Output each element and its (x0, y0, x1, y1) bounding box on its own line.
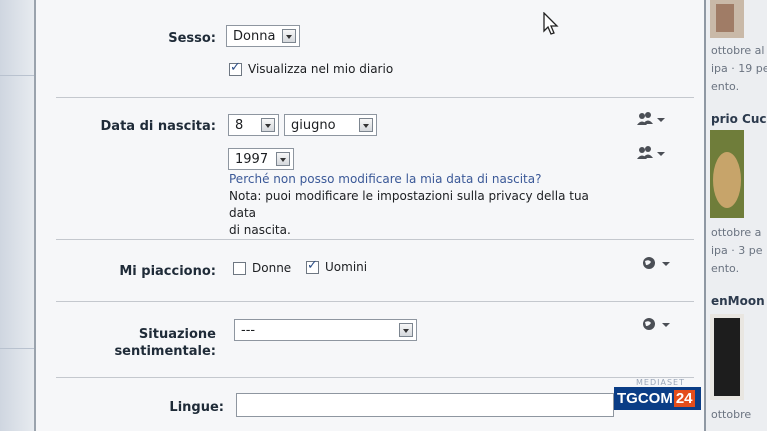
mouse-cursor-icon (543, 12, 559, 35)
birth-date-label: Data di nascita: (100, 119, 216, 134)
feed-thumbnail (710, 314, 744, 400)
relationship-label-line2: sentimentale: (114, 344, 216, 359)
languages-input[interactable] (236, 393, 614, 417)
gender-label: Sesso: (168, 31, 216, 46)
tgcom24-logo: TGCOM 24 (614, 387, 701, 410)
feed-item-title[interactable]: enMoon (711, 294, 765, 308)
likes-men-checkbox[interactable] (306, 258, 319, 274)
feed-item-text: ottobre a (711, 226, 762, 239)
edit-profile-dialog: Sesso: Donna Visualizza nel mio diario D… (34, 0, 706, 431)
section-divider (56, 239, 694, 240)
birth-year-select[interactable]: 1997 (228, 148, 294, 170)
friends-privacy-icon[interactable] (636, 112, 666, 126)
feed-item-title[interactable]: prio Cucir (711, 112, 767, 126)
feed-thumbnail (710, 130, 744, 218)
feed-item-text: ento. (711, 262, 740, 275)
relationship-select-value: --- (241, 323, 256, 338)
birth-year-value: 1997 (235, 152, 269, 167)
likes-men-label: Uomini (325, 260, 368, 274)
birth-month-value: giugno (291, 118, 336, 133)
watermark-small-text: MEDIASET (636, 378, 685, 387)
relationship-select[interactable]: --- (234, 319, 417, 341)
dropdown-arrow-icon (261, 118, 275, 132)
relationship-label-line1: Situazione (138, 327, 216, 342)
dropdown-arrow-icon (276, 152, 290, 166)
show-in-diary-checkbox[interactable] (229, 60, 242, 76)
section-divider (56, 377, 694, 378)
gender-select[interactable]: Donna (226, 25, 300, 47)
languages-label: Lingue: (169, 400, 224, 415)
birth-date-note-line2: di nascita. (229, 223, 291, 237)
globe-privacy-icon[interactable] (642, 317, 672, 331)
birth-date-note: Perché non posso modificare la mia data … (229, 171, 619, 239)
background-page-left (0, 0, 34, 431)
feed-thumbnail (710, 0, 744, 38)
watermark-number: 24 (673, 390, 695, 407)
likes-women-label: Donne (252, 261, 292, 275)
birth-date-help-link[interactable]: Perché non posso modificare la mia data … (229, 172, 541, 186)
dropdown-arrow-icon (282, 29, 296, 43)
dropdown-arrow-icon (359, 118, 373, 132)
divider (0, 75, 34, 76)
relationship-label: Situazione sentimentale: (86, 326, 216, 360)
likes-women-checkbox[interactable] (233, 262, 246, 275)
gender-select-value: Donna (233, 29, 276, 44)
birth-day-value: 8 (235, 118, 244, 133)
birth-date-note-line1: Nota: puoi modificare le impostazioni su… (229, 189, 589, 220)
globe-privacy-icon[interactable] (642, 256, 672, 270)
section-divider (56, 97, 694, 98)
feed-item-text: ipa · 19 pe (711, 62, 767, 75)
friends-privacy-icon[interactable] (636, 146, 666, 160)
interested-in-label: Mi piacciono: (119, 264, 216, 279)
side-feed: ottobre al ipa · 19 pe ento. prio Cucir … (706, 0, 767, 431)
birth-month-select[interactable]: giugno (284, 114, 377, 136)
feed-item-text: ento. (711, 80, 740, 93)
show-in-diary-label: Visualizza nel mio diario (248, 62, 394, 76)
feed-item-text: ottobre al (711, 44, 765, 57)
dropdown-arrow-icon (399, 323, 413, 337)
watermark-brand: TGCOM (617, 390, 673, 407)
feed-item-text: ottobre (711, 408, 752, 421)
divider (0, 348, 34, 349)
section-divider (56, 301, 694, 302)
feed-item-text: ipa · 3 pe (711, 244, 763, 257)
birth-day-select[interactable]: 8 (228, 114, 279, 136)
